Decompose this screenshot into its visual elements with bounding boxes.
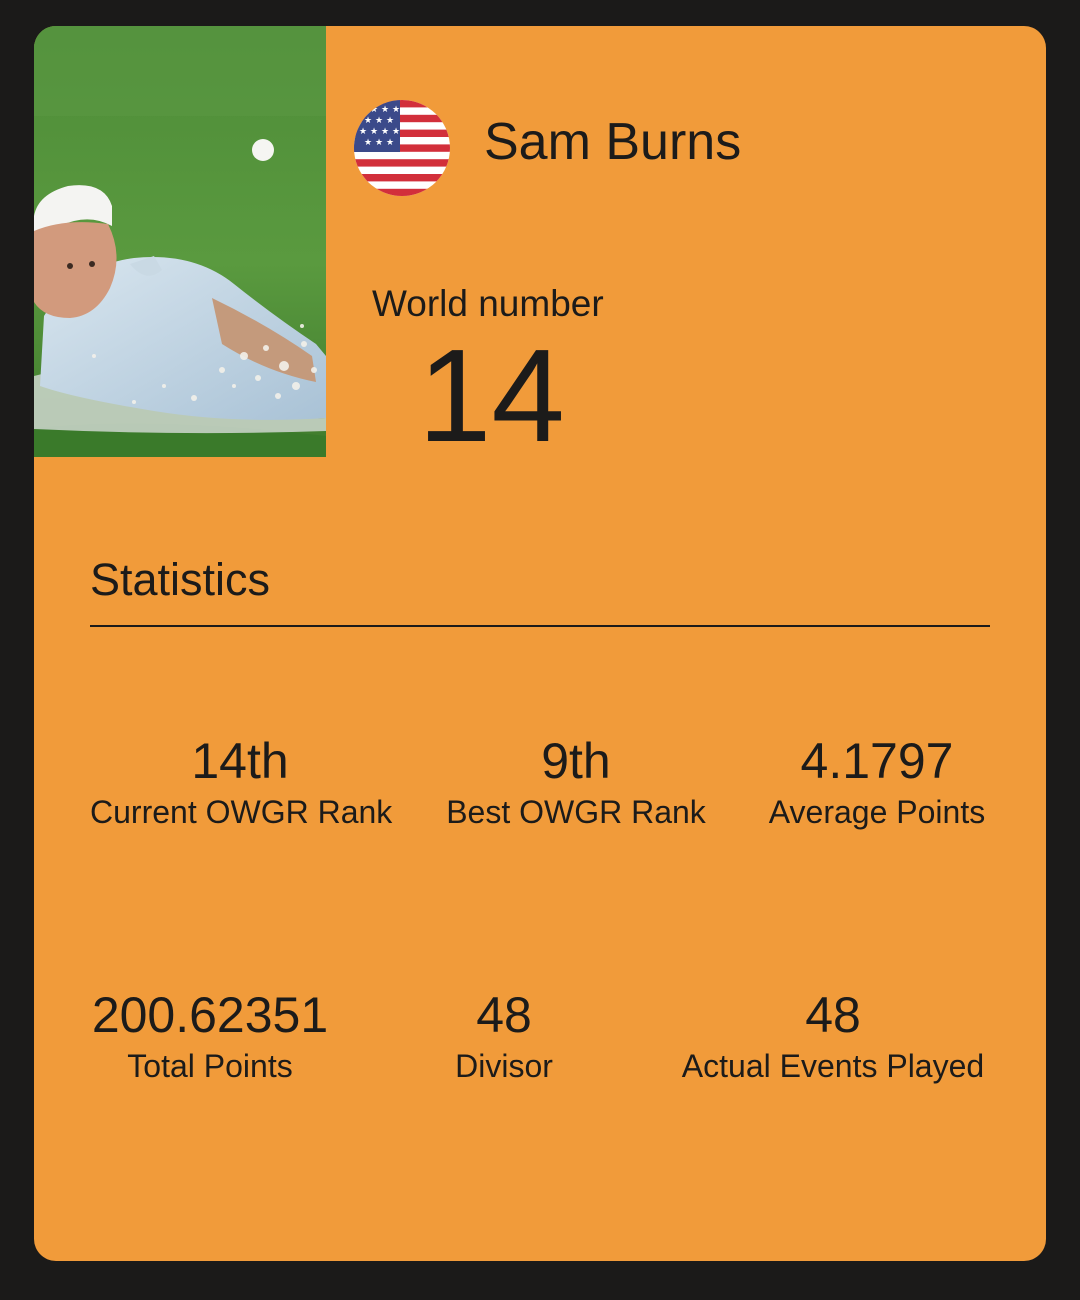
us-flag-icon: ★ ★ ★ ★ ★ ★ ★ ★ ★ ★ ★ ★ ★ ★ xyxy=(354,100,450,196)
svg-text:★: ★ xyxy=(364,138,372,148)
stat-divisor: 48 Divisor xyxy=(444,986,564,1086)
stat-total-points: 200.62351 Total Points xyxy=(80,986,340,1086)
stat-actual-events-played: 48 Actual Events Played xyxy=(672,986,994,1086)
svg-text:★: ★ xyxy=(364,116,372,126)
player-photo xyxy=(34,26,326,457)
svg-text:★: ★ xyxy=(381,105,389,115)
svg-text:★: ★ xyxy=(381,127,389,137)
svg-text:★: ★ xyxy=(392,127,400,137)
svg-text:★: ★ xyxy=(359,105,367,115)
world-number-value: 14 xyxy=(418,322,565,469)
player-name: Sam Burns xyxy=(484,113,742,171)
stat-label: Divisor xyxy=(455,1048,553,1084)
stat-best-owgr-rank: 9th Best OWGR Rank xyxy=(445,732,707,832)
stat-value: 48 xyxy=(805,987,861,1043)
statistics-heading: Statistics xyxy=(90,554,271,605)
svg-text:★: ★ xyxy=(386,138,394,148)
stat-value: 14th xyxy=(191,733,289,789)
svg-text:★: ★ xyxy=(392,105,400,115)
divider xyxy=(90,625,990,627)
svg-text:★: ★ xyxy=(375,116,383,126)
stat-value: 200.62351 xyxy=(91,987,329,1043)
stat-label: Total Points xyxy=(127,1048,293,1084)
world-number-label: World number xyxy=(372,283,604,324)
stat-label: Actual Events Played xyxy=(681,1048,985,1084)
stat-label: Current OWGR Rank xyxy=(90,794,393,830)
stat-value: 48 xyxy=(476,987,532,1043)
stat-average-points: 4.1797 Average Points xyxy=(762,732,992,832)
player-card: ★ ★ ★ ★ ★ ★ ★ ★ ★ ★ ★ ★ ★ ★ Sam Burns World number… xyxy=(34,26,1046,1261)
stat-value: 4.1797 xyxy=(800,733,954,789)
stat-label: Average Points xyxy=(768,794,986,830)
svg-text:★: ★ xyxy=(359,127,367,137)
stat-value: 9th xyxy=(541,733,611,789)
stat-label: Best OWGR Rank xyxy=(446,794,706,830)
svg-text:★: ★ xyxy=(370,127,378,137)
stat-current-owgr-rank: 14th Current OWGR Rank xyxy=(90,732,393,832)
svg-text:★: ★ xyxy=(375,138,383,148)
svg-text:★: ★ xyxy=(386,116,394,126)
svg-text:★: ★ xyxy=(370,105,378,115)
